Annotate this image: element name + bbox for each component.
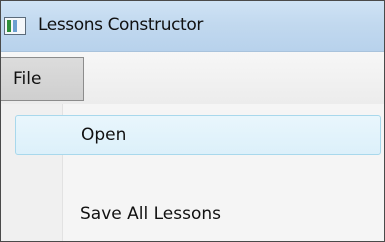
window-title: Lessons Constructor	[38, 15, 203, 35]
menu-bar: File	[1, 52, 384, 104]
app-icon	[4, 17, 26, 35]
menu-file[interactable]: File	[1, 57, 84, 101]
file-menu-dropdown: Open Save All Lessons	[1, 104, 384, 241]
menu-item-open-label: Open	[81, 125, 127, 145]
app-window: Lessons Constructor File Open Save All L…	[0, 0, 385, 242]
menu-item-open[interactable]: Open	[15, 115, 381, 155]
title-bar[interactable]: Lessons Constructor	[1, 1, 384, 52]
menu-item-save-all-lessons[interactable]: Save All Lessons	[15, 195, 381, 235]
menu-item-save-all-lessons-label: Save All Lessons	[80, 204, 221, 224]
menu-file-label: File	[13, 69, 42, 89]
